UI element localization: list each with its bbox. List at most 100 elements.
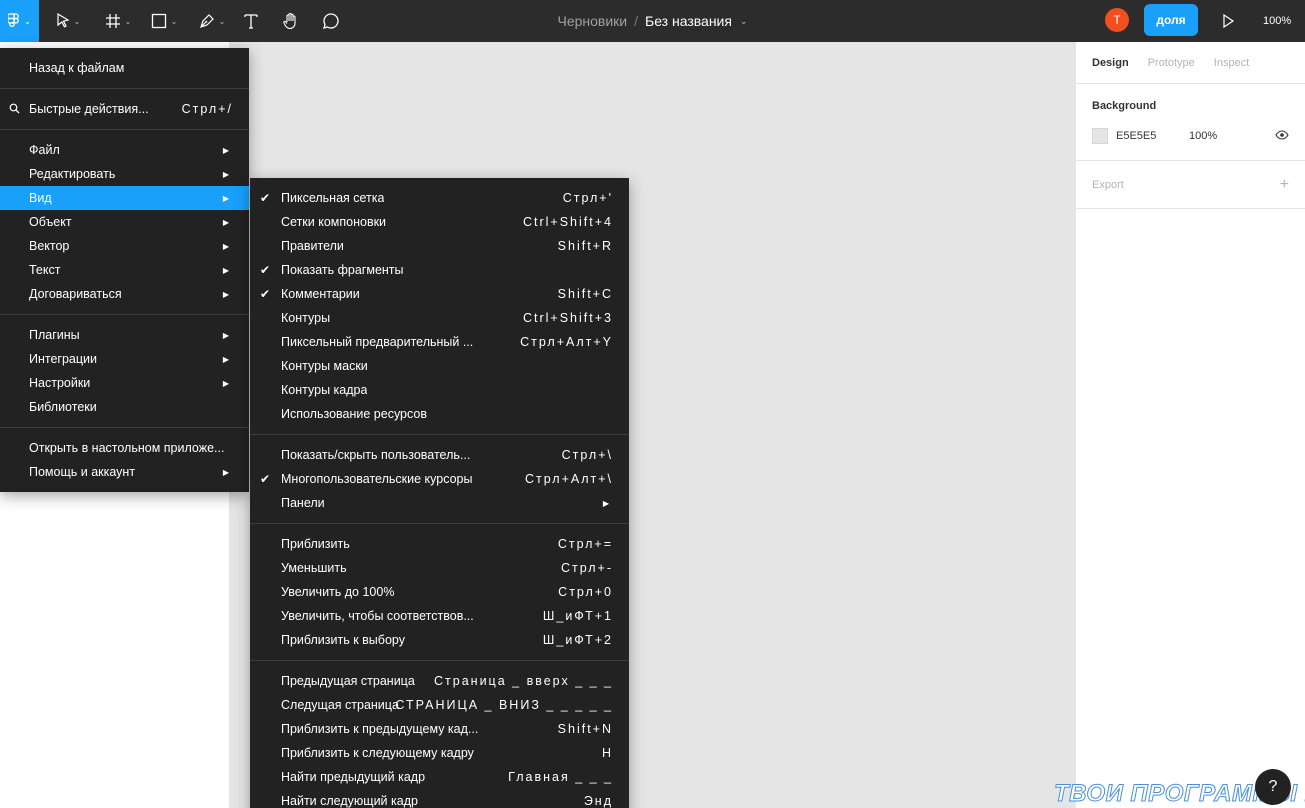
submenu-arrow-icon: ▶ xyxy=(222,265,229,275)
menu-item-4[interactable]: Вид ▶ xyxy=(0,186,249,210)
view-menu-item-3[interactable]: ✔ Показать фрагменты xyxy=(250,258,629,282)
view-menu-item-14[interactable]: Уменьшить Стрл+- xyxy=(250,556,629,580)
breadcrumb-drafts[interactable]: Черновики xyxy=(557,13,627,29)
menu-item-1[interactable]: Быстрые действия... Стрл+/ xyxy=(0,97,249,121)
menu-item-5[interactable]: Объект ▶ xyxy=(0,210,249,234)
menu-item-label: Быстрые действия... xyxy=(29,102,149,116)
menu-item-shortcut: Стрл+\ xyxy=(561,448,613,462)
add-export-icon[interactable]: + xyxy=(1280,176,1289,194)
background-color-swatch[interactable] xyxy=(1092,128,1108,144)
properties-tabs: Design Prototype Inspect xyxy=(1076,42,1305,84)
move-tool-button[interactable]: ⌄ xyxy=(48,0,88,42)
text-tool-button[interactable] xyxy=(238,0,264,42)
submenu-arrow-icon: ▶ xyxy=(602,498,609,508)
menu-item-11[interactable]: Настройки ▶ xyxy=(0,371,249,395)
visibility-eye-icon[interactable] xyxy=(1275,129,1289,143)
menu-item-8[interactable]: Договариваться ▶ xyxy=(0,282,249,306)
menu-item-0[interactable]: Назад к файлам xyxy=(0,56,249,80)
view-menu-item-11[interactable]: ✔ Многопользовательские курсоры Стрл+Алт+\ xyxy=(250,467,629,491)
menu-item-label: Найти следующий кадр xyxy=(281,794,418,808)
view-menu-item-17[interactable]: Приблизить к выбору Ш_иФТ+2 xyxy=(250,628,629,652)
frame-tool-button[interactable]: ⌄ xyxy=(98,0,138,42)
menu-item-3[interactable]: Редактировать ▶ xyxy=(0,162,249,186)
menu-item-13[interactable]: Открыть в настольном приложе... xyxy=(0,436,249,460)
tab-prototype[interactable]: Prototype xyxy=(1148,57,1195,69)
tab-inspect[interactable]: Inspect xyxy=(1214,57,1249,69)
view-menu-item-15[interactable]: Увеличить до 100% Стрл+0 xyxy=(250,580,629,604)
view-menu-item-9[interactable]: Использование ресурсов xyxy=(250,402,629,426)
view-menu-item-6[interactable]: Пиксельный предварительный ... Стрл+Алт+Y xyxy=(250,330,629,354)
menu-separator xyxy=(0,129,249,130)
view-menu-item-22[interactable]: Найти предыдущий кадр Главная _ _ _ xyxy=(250,765,629,789)
pen-tool-button[interactable]: ⌄ xyxy=(192,0,232,42)
menu-item-shortcut: Страница _ вверх _ _ _ xyxy=(434,674,613,688)
menu-item-shortcut: Ctrl+Shift+3 xyxy=(522,311,613,325)
menu-item-12[interactable]: Библиотеки xyxy=(0,395,249,419)
menu-item-label: Вектор xyxy=(29,239,70,253)
menu-item-2[interactable]: Файл ▶ xyxy=(0,138,249,162)
hand-tool-button[interactable] xyxy=(278,0,304,42)
menu-item-shortcut: H xyxy=(601,746,613,760)
menu-item-label: Комментарии xyxy=(281,287,360,301)
text-t-icon xyxy=(244,14,258,29)
menu-item-10[interactable]: Интеграции ▶ xyxy=(0,347,249,371)
menu-item-shortcut: Стрл+= xyxy=(557,537,613,551)
zoom-level[interactable]: 100% xyxy=(1263,0,1291,42)
menu-item-shortcut: Стрл+' xyxy=(562,191,613,205)
menu-item-label: Увеличить до 100% xyxy=(281,585,395,599)
view-menu-item-18[interactable]: Предыдущая страница Страница _ вверх _ _ … xyxy=(250,669,629,693)
help-button[interactable]: ? xyxy=(1255,769,1291,805)
view-menu-item-10[interactable]: Показать/скрыть пользователь... Стрл+\ xyxy=(250,443,629,467)
menu-item-6[interactable]: Вектор ▶ xyxy=(0,234,249,258)
view-menu-item-7[interactable]: Контуры маски xyxy=(250,354,629,378)
view-menu-item-5[interactable]: Контуры Ctrl+Shift+3 xyxy=(250,306,629,330)
menu-item-7[interactable]: Текст ▶ xyxy=(0,258,249,282)
export-section: Export + xyxy=(1076,161,1305,209)
view-menu-item-21[interactable]: Приблизить к следующему кадру H xyxy=(250,741,629,765)
view-menu-item-0[interactable]: ✔ Пиксельная сетка Стрл+' xyxy=(250,186,629,210)
menu-item-label: Панели xyxy=(281,496,325,510)
user-avatar[interactable]: T xyxy=(1105,8,1129,32)
view-menu-item-12[interactable]: Панели ▶ xyxy=(250,491,629,515)
comment-tool-button[interactable] xyxy=(318,0,344,42)
view-menu-item-20[interactable]: Приблизить к предыдущему кад... Shift+N xyxy=(250,717,629,741)
present-button[interactable] xyxy=(1218,11,1238,31)
view-menu-item-2[interactable]: Правители Shift+R xyxy=(250,234,629,258)
view-menu-item-16[interactable]: Увеличить, чтобы соответствов... Ш_иФТ+1 xyxy=(250,604,629,628)
tab-design[interactable]: Design xyxy=(1092,57,1129,69)
view-menu-item-4[interactable]: ✔ Комментарии Shift+C xyxy=(250,282,629,306)
view-menu-item-19[interactable]: Следущая страница СТРАНИЦА _ ВНИЗ _ _ _ _… xyxy=(250,693,629,717)
menu-separator xyxy=(250,434,629,435)
file-title[interactable]: Без названия xyxy=(645,13,732,29)
view-menu-item-8[interactable]: Контуры кадра xyxy=(250,378,629,402)
menu-item-9[interactable]: Плагины ▶ xyxy=(0,323,249,347)
view-menu-item-13[interactable]: Приблизить Стрл+= xyxy=(250,532,629,556)
menu-separator xyxy=(250,523,629,524)
menu-separator xyxy=(0,88,249,89)
submenu-arrow-icon: ▶ xyxy=(222,378,229,388)
menu-item-shortcut: Shift+R xyxy=(557,239,613,253)
menu-item-shortcut: Стрл+Алт+Y xyxy=(520,335,613,349)
main-menu-button[interactable]: ⌄ xyxy=(0,0,39,42)
hand-icon xyxy=(283,12,296,30)
menu-item-label: Контуры кадра xyxy=(281,383,368,397)
comment-bubble-icon xyxy=(323,13,339,29)
pen-icon xyxy=(199,14,214,28)
menu-item-label: Настройки xyxy=(29,376,91,390)
menu-item-14[interactable]: Помощь и аккаунт ▶ xyxy=(0,460,249,484)
menu-item-label: Показать фрагменты xyxy=(281,263,404,277)
background-section: Background E5E5E5 100% xyxy=(1076,84,1305,161)
shape-tool-button[interactable]: ⌄ xyxy=(144,0,184,42)
chevron-down-icon[interactable]: ⌄ xyxy=(740,16,748,27)
menu-item-label: Текст xyxy=(29,263,61,277)
menu-item-shortcut: Стрл+0 xyxy=(558,585,613,599)
menu-separator xyxy=(0,427,249,428)
view-menu-item-1[interactable]: Сетки компоновки Ctrl+Shift+4 xyxy=(250,210,629,234)
background-hex-input[interactable]: E5E5E5 xyxy=(1116,130,1189,142)
menu-separator xyxy=(250,660,629,661)
submenu-arrow-icon: ▶ xyxy=(222,330,229,340)
view-menu-item-23[interactable]: Найти следующий кадр Энд xyxy=(250,789,629,808)
share-button[interactable]: доля xyxy=(1144,4,1198,36)
background-opacity-input[interactable]: 100% xyxy=(1189,130,1217,142)
figma-logo-icon xyxy=(8,13,20,28)
